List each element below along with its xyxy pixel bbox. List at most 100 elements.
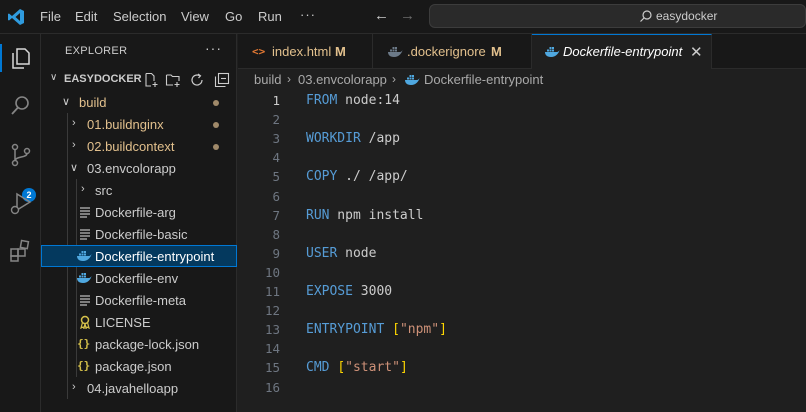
line-number: 15 [264, 360, 280, 376]
code-text: ENTRYPOINT ["npm"] [306, 322, 447, 337]
tree-item-dockerfile-basic[interactable]: Dockerfile-basic [41, 223, 237, 245]
tree-item-label: Dockerfile-entrypoint [95, 249, 215, 264]
keyword-token: EXPOSE [306, 284, 353, 299]
menu-selection[interactable]: Selection [113, 9, 166, 24]
tree-item-src[interactable]: › src [41, 179, 237, 201]
line-number: 5 [272, 169, 280, 185]
explorer-more-button[interactable]: ··· [205, 40, 222, 56]
tree-item-label: Dockerfile-basic [95, 227, 188, 242]
code-line[interactable]: 13 ENTRYPOINT ["npm"] [238, 322, 806, 341]
new-folder-icon[interactable] [165, 72, 181, 88]
tree-item-dockerfile-meta[interactable]: Dockerfile-meta [41, 289, 237, 311]
menu-more[interactable]: ··· [300, 7, 316, 22]
code-line[interactable]: 7 RUN npm install [238, 208, 806, 227]
tree-item-01-buildnginx[interactable]: › 01.buildnginx [41, 113, 237, 135]
tree-item-label: 04.javahelloapp [87, 381, 179, 396]
breadcrumb-item[interactable]: Dockerfile-entrypoint [424, 72, 543, 87]
menu-run[interactable]: Run [258, 9, 282, 24]
code-line[interactable]: 5 COPY ./ /app/ [238, 169, 806, 188]
code-line[interactable]: 9 USER node [238, 246, 806, 265]
breadcrumb-item[interactable]: build [254, 72, 281, 87]
breadcrumb-item[interactable]: 03.envcolorapp [298, 72, 387, 87]
chevron-down-icon: ∨ [62, 96, 71, 108]
title-bar: File Edit Selection View Go Run ··· ← → … [0, 0, 806, 34]
line-number: 10 [264, 264, 280, 280]
lines-file-icon [78, 205, 92, 219]
modified-dot [213, 144, 219, 150]
collapse-all-icon[interactable] [214, 72, 230, 88]
source-control-icon[interactable] [8, 142, 34, 168]
code-text: RUN npm install [306, 207, 424, 223]
tree-item-label: package.json [95, 359, 172, 374]
code-editor[interactable]: 1 FROM node:14 2 3 WORKDIR /app 4 5 COPY ./ /ap… [238, 91, 806, 412]
new-file-icon[interactable] [143, 72, 159, 88]
lines-file-icon [78, 227, 92, 241]
line-number: 8 [272, 226, 280, 242]
tree-item-license[interactable]: LICENSE [41, 311, 237, 333]
code-text: FROM node:14 [306, 93, 400, 108]
extensions-icon[interactable] [8, 238, 34, 264]
code-line[interactable]: 11 EXPOSE 3000 [238, 284, 806, 303]
command-center[interactable]: easydocker [429, 4, 806, 28]
keyword-token: ENTRYPOINT [306, 322, 385, 338]
breadcrumb: build › 03.envcolorapp › Dockerfile-entr… [238, 69, 806, 91]
json-icon: {} [77, 337, 91, 350]
menu-file[interactable]: File [40, 9, 61, 24]
chevron-down-icon: ∨ [50, 72, 58, 83]
keyword-token: WORKDIR [306, 131, 361, 147]
code-line[interactable]: 16 [238, 380, 806, 399]
tree-item-dockerfile-arg[interactable]: Dockerfile-arg [41, 201, 237, 223]
run-debug-icon[interactable] [8, 190, 34, 216]
menu-view[interactable]: View [181, 9, 209, 24]
line-number: 4 [272, 150, 280, 166]
menu-go[interactable]: Go [225, 9, 242, 24]
tree-item-build[interactable]: ∨ build [41, 91, 237, 113]
menu-edit[interactable]: Edit [75, 9, 97, 24]
tree-item-label: Dockerfile-env [95, 271, 179, 286]
code-line[interactable]: 8 [238, 227, 806, 246]
tree-item-dockerfile-entrypoint[interactable]: Dockerfile-entrypoint [41, 245, 237, 267]
search-icon[interactable] [8, 93, 34, 119]
code-line[interactable]: 4 [238, 150, 806, 169]
code-line[interactable]: 14 [238, 341, 806, 360]
tree-item-04-javahelloapp[interactable]: › 04.javahelloapp [41, 377, 237, 399]
code-text: EXPOSE 3000 [306, 284, 393, 299]
tree-item-label: 03.envcolorapp [87, 161, 176, 176]
line-number: 14 [264, 341, 280, 357]
code-line[interactable]: 12 [238, 303, 806, 322]
chevron-right-icon: › [72, 139, 76, 151]
tree-item-label: Dockerfile-arg [95, 205, 176, 220]
code-text: CMD ["start"] [306, 360, 408, 375]
tree-item-02-buildcontext[interactable]: › 02.buildcontext [41, 135, 237, 157]
keyword-token: USER [306, 245, 338, 261]
bracket-token: ] [439, 322, 447, 338]
vscode-logo-icon[interactable] [6, 7, 26, 27]
code-line[interactable]: 2 [238, 112, 806, 131]
tree-item-dockerfile-env[interactable]: Dockerfile-env [41, 267, 237, 289]
refresh-icon[interactable] [189, 72, 205, 88]
tab-modified-marker: M [335, 44, 346, 59]
tree-item-03-envcolorapp[interactable]: ∨ 03.envcolorapp [41, 157, 237, 179]
string-token: "npm" [399, 322, 440, 338]
code-line[interactable]: 1 FROM node:14 [238, 93, 806, 112]
code-line[interactable]: 3 WORKDIR /app [238, 131, 806, 150]
code-line[interactable]: 6 [238, 189, 806, 208]
code-text: COPY ./ /app/ [306, 169, 408, 185]
chevron-right-icon: › [72, 381, 76, 393]
tab-index-html[interactable]: <> index.html M [238, 34, 373, 69]
line-number: 11 [264, 284, 280, 299]
workspace-section-header[interactable]: ∨ EASYDOCKER [41, 69, 237, 91]
back-arrow-icon[interactable]: ← [374, 7, 389, 24]
docker-icon [387, 45, 403, 61]
tree-item-label: 02.buildcontext [87, 139, 175, 154]
tree-item-package-lock-json[interactable]: {} package-lock.json [41, 333, 237, 355]
tab-dockerignore[interactable]: .dockerignore M [373, 34, 532, 69]
close-icon[interactable]: ✕ [690, 43, 703, 61]
code-line[interactable]: 15 CMD ["start"] [238, 360, 806, 379]
tab-dockerfile-entrypoint[interactable]: Dockerfile-entrypoint ✕ [532, 34, 712, 70]
forward-arrow-icon[interactable]: → [400, 7, 415, 24]
bracket-token: [ [337, 360, 346, 376]
explorer-icon[interactable] [8, 45, 34, 71]
tree-item-package-json[interactable]: {} package.json [41, 355, 237, 377]
code-line[interactable]: 10 [238, 265, 806, 284]
